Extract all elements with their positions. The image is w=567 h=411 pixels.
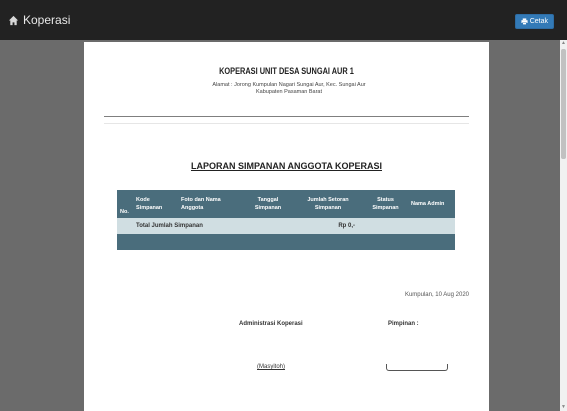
col-header-tanggal: Tanggal Simpanan <box>243 190 293 218</box>
table-footer-cell <box>117 234 455 250</box>
scroll-down-arrow-icon[interactable]: ▼ <box>560 404 567 411</box>
address-line-1: Alamat : Jorong Kumpulan Nagari Sungai A… <box>212 82 366 88</box>
brand-label: Koperasi <box>23 13 71 27</box>
header-divider-light <box>104 123 469 124</box>
col-header-status: Status Simpanan <box>363 190 408 218</box>
col-header-admin: Nama Admin <box>408 190 455 218</box>
savings-table: No. Kode Simpanan Foto dan Nama Anggota … <box>117 190 455 250</box>
col-header-anggota: Foto dan Nama Anggota <box>178 190 243 218</box>
total-row: Total Jumlah Simpanan Rp 0,- <box>117 218 455 234</box>
header-divider <box>104 116 469 117</box>
address-line-2: Kabupaten Pasaman Barat <box>255 89 323 95</box>
top-navbar: Koperasi Cetak <box>0 0 567 40</box>
table-header-row: No. Kode Simpanan Foto dan Nama Anggota … <box>117 190 455 218</box>
col-header-kode: Kode Simpanan <box>133 190 178 218</box>
col-header-no: No. <box>117 190 133 218</box>
place-date: Kumpulan, 10 Aug 2020 <box>404 292 469 298</box>
report-paper: KOPERASI UNIT DESA SUNGAI AUR 1 Alamat :… <box>84 42 489 411</box>
page-scrollbar[interactable]: ▲ ▼ <box>560 40 567 411</box>
chief-signature-title: Pimpinan : <box>388 321 419 327</box>
org-address: Alamat : Jorong Kumpulan Nagari Sungai A… <box>204 82 374 96</box>
home-icon <box>8 15 19 25</box>
total-value: Rp 0,- <box>293 218 363 234</box>
scroll-thumb[interactable] <box>561 49 566 159</box>
print-icon <box>521 18 528 25</box>
brand-link[interactable]: Koperasi <box>8 13 70 27</box>
col-header-jumlah: Jumlah Setoran Simpanan <box>293 190 363 218</box>
table-footer-row <box>117 234 455 250</box>
admin-signature-title: Administrasi Koperasi <box>239 321 303 327</box>
total-row-spacer <box>117 218 133 234</box>
total-row-empty <box>408 218 455 234</box>
print-button[interactable]: Cetak <box>514 14 554 29</box>
scroll-up-arrow-icon[interactable]: ▲ <box>560 40 567 47</box>
print-button-label: Cetak <box>529 18 548 25</box>
admin-signature-name: (Masyitoh) <box>257 364 286 370</box>
report-title: LAPORAN SIMPANAN ANGGOTA KOPERASI <box>190 161 382 171</box>
total-row-empty <box>363 218 408 234</box>
org-name: KOPERASI UNIT DESA SUNGAI AUR 1 <box>219 66 354 76</box>
chief-signature-bracket <box>386 364 448 371</box>
total-label: Total Jumlah Simpanan <box>133 218 293 234</box>
